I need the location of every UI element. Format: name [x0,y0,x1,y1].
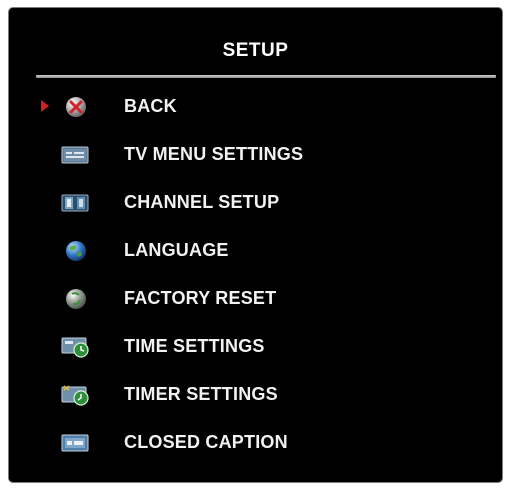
menu-item-closed-caption[interactable]: CLOSED CAPTION [9,423,502,463]
menu-item-label: TIME SETTINGS [124,336,265,356]
timer-icon [61,385,89,406]
menu-item-timer-settings[interactable]: TIMER SETTINGS [9,375,502,415]
menu-item-channel-setup[interactable]: CHANNEL SETUP [9,183,502,223]
menu-item-label: CLOSED CAPTION [124,432,288,452]
tv-menu-settings-icon [61,146,89,164]
menu-item-label: TIMER SETTINGS [124,384,278,404]
factory-reset-icon [66,289,86,309]
menu-item-tv-menu-settings[interactable]: TV MENU SETTINGS [9,135,502,175]
menu-item-back[interactable]: BACK [9,87,502,127]
menu-item-label: TV MENU SETTINGS [124,144,304,164]
menu-item-factory-reset[interactable]: FACTORY RESET [9,279,502,319]
menu-item-label: BACK [124,96,177,116]
menu-item-language[interactable]: LANGUAGE [9,231,502,271]
menu-item-label: FACTORY RESET [124,288,277,308]
selection-arrow-icon [41,100,49,112]
title-divider [36,75,496,78]
menu-title: SETUP [222,40,289,61]
channel-setup-icon [61,194,89,212]
menu-item-label: LANGUAGE [124,240,229,260]
menu-item-label: CHANNEL SETUP [124,192,280,212]
back-icon [66,97,86,117]
setup-menu-panel: SETUP BACK TV MENU SETTINGS CHANNEL SETU… [8,7,503,483]
menu-item-time-settings[interactable]: TIME SETTINGS [9,327,502,367]
globe-icon [66,241,86,261]
closed-caption-icon [61,434,89,452]
clock-icon [61,337,89,358]
